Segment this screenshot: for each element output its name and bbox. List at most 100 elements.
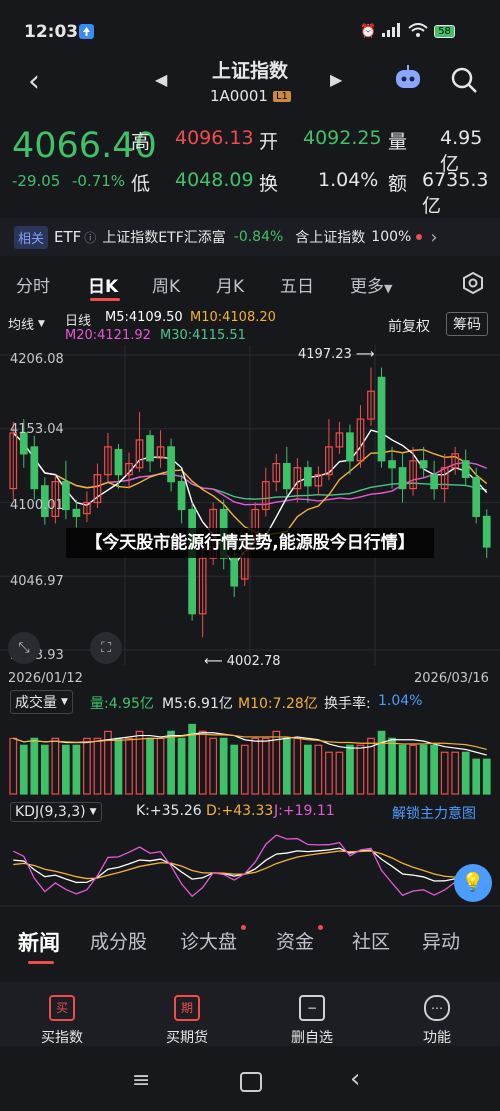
volume-bar bbox=[209, 737, 218, 795]
volume-bar bbox=[293, 737, 302, 795]
more-icon: ⋯ bbox=[424, 995, 450, 1021]
candle-body bbox=[167, 446, 175, 483]
volume-bar bbox=[346, 744, 354, 795]
tab-intraday[interactable]: 分时 bbox=[16, 272, 50, 297]
menu-icon[interactable]: ≡ bbox=[132, 1068, 150, 1093]
kdj-select[interactable]: KDJ(9,3,3) ▼ bbox=[10, 802, 102, 822]
ma30-value: M30:4115.51 bbox=[160, 328, 246, 343]
ma-select[interactable]: 均线 ▼ bbox=[8, 314, 45, 333]
tab-news[interactable]: 新闻 bbox=[18, 927, 60, 957]
help-icon[interactable]: ⓘ bbox=[84, 229, 96, 246]
candle-body bbox=[430, 474, 438, 490]
y-tick: 4153.04 bbox=[10, 422, 64, 437]
caret-down-icon: ▼ bbox=[61, 697, 68, 707]
tab-monthly-k[interactable]: 月K bbox=[216, 272, 244, 297]
volume-bar bbox=[430, 744, 438, 795]
volume-bar bbox=[314, 744, 323, 795]
related-etf-bar[interactable]: 相关 ETF ⓘ 上证指数ETF汇添富 -0.84% 含上证指数 100% › bbox=[0, 218, 500, 256]
kdj-d-line bbox=[13, 850, 487, 883]
chevron-right-icon[interactable]: › bbox=[430, 227, 437, 248]
buy-index-label: 买指数 bbox=[41, 1030, 83, 1046]
stock-code-row: 1A0001 L1 bbox=[210, 87, 291, 105]
settings-icon[interactable] bbox=[462, 272, 484, 294]
x-label-start: 2026/01/12 bbox=[8, 671, 83, 686]
volume-bar bbox=[251, 737, 260, 795]
tab-weekly-k[interactable]: 周K bbox=[152, 272, 180, 297]
tab-five-day[interactable]: 五日 bbox=[280, 272, 314, 297]
y-tick: 4100.01 bbox=[10, 498, 64, 513]
open-value: 4092.25 bbox=[303, 127, 382, 149]
kdj-select-label: KDJ(9,3,3) bbox=[15, 804, 86, 820]
volume-chart bbox=[9, 723, 491, 795]
chips-button[interactable]: 筹码 bbox=[446, 312, 488, 336]
candle-body bbox=[482, 515, 491, 548]
buy-icon: 买 bbox=[49, 995, 75, 1021]
tab-diagnose[interactable]: 诊大盘 bbox=[180, 927, 237, 954]
high-label: 高 bbox=[131, 131, 151, 153]
signal-icon bbox=[382, 22, 402, 41]
status-icons: ⏰ 58 bbox=[360, 22, 455, 41]
remove-watchlist-button[interactable]: − 删自选 bbox=[267, 995, 357, 1047]
high-value: 4096.13 bbox=[175, 127, 254, 149]
kdj-k: K:+35.26 bbox=[136, 803, 202, 819]
unlock-intent-link[interactable]: 解锁主力意图 bbox=[392, 803, 476, 823]
candlestick-chart[interactable] bbox=[0, 345, 500, 665]
tab-funds[interactable]: 资金 bbox=[276, 927, 314, 954]
ma10-value: M10:4108.20 bbox=[190, 310, 276, 325]
candle-body bbox=[188, 508, 196, 615]
tab-community[interactable]: 社区 bbox=[352, 927, 390, 954]
ma5-value: M5:4109.50 bbox=[105, 310, 183, 325]
volume-bar bbox=[177, 737, 186, 795]
volume-bar bbox=[261, 737, 270, 795]
turnover-rate-label: 换手率: bbox=[324, 696, 371, 712]
system-back-icon[interactable]: ‹ bbox=[350, 1064, 360, 1094]
buy-futures-button[interactable]: 期 买期货 bbox=[142, 995, 232, 1047]
status-time: 12:03 bbox=[24, 22, 79, 42]
price-change: -29.05 bbox=[12, 172, 61, 190]
contain-label: 含上证指数 bbox=[295, 230, 366, 246]
volume-bar bbox=[388, 737, 396, 795]
volume-bar bbox=[51, 737, 60, 795]
robot-assistant-icon[interactable] bbox=[392, 62, 424, 94]
next-stock-button[interactable]: ▶ bbox=[330, 70, 342, 89]
tab-daily-k[interactable]: 日K bbox=[88, 272, 118, 297]
related-tag: 相关 bbox=[14, 225, 49, 249]
candle-body bbox=[461, 460, 470, 479]
volume-bar bbox=[114, 737, 123, 795]
functions-label: 功能 bbox=[423, 1030, 451, 1046]
volume-bar bbox=[377, 730, 386, 795]
tab-more[interactable]: 更多▼ bbox=[350, 272, 392, 297]
adjust-button[interactable]: 前复权 bbox=[388, 316, 430, 336]
article-title-overlay: 【今天股市能源行情走势,能源股今日行情】 bbox=[66, 528, 434, 558]
caret-down-icon: ▼ bbox=[384, 282, 393, 295]
functions-button[interactable]: ⋯ 功能 bbox=[392, 995, 482, 1047]
volume-bar bbox=[19, 744, 28, 795]
app-notification-icon bbox=[79, 24, 94, 39]
stock-code: 1A0001 bbox=[210, 87, 268, 105]
volume-bar bbox=[230, 744, 239, 795]
buy-index-button[interactable]: 买 买指数 bbox=[17, 995, 107, 1047]
tab-anomaly[interactable]: 异动 bbox=[422, 927, 460, 954]
red-dot-icon bbox=[318, 925, 323, 930]
tab-constituents[interactable]: 成分股 bbox=[90, 927, 147, 954]
tab-more-label: 更多 bbox=[350, 277, 384, 297]
low-annotation: ⟵ 4002.78 bbox=[204, 654, 281, 669]
volume-current: 量:4.95亿 bbox=[90, 696, 154, 712]
collapse-icon[interactable]: ⤡ bbox=[8, 632, 40, 664]
ma-select-label: 均线 bbox=[8, 318, 35, 333]
candle-body bbox=[30, 446, 39, 490]
volume-bar bbox=[451, 751, 460, 795]
home-icon[interactable] bbox=[240, 1072, 262, 1092]
fullscreen-icon[interactable]: ⛶ bbox=[90, 632, 122, 664]
volume-m10: M10:7.28亿 bbox=[238, 696, 318, 712]
ma20-value: M20:4121.92 bbox=[65, 328, 151, 343]
candle-body bbox=[398, 467, 407, 490]
search-icon[interactable] bbox=[450, 66, 478, 94]
battery-icon: 58 bbox=[434, 25, 455, 38]
contain-pct: 100% bbox=[371, 229, 412, 245]
volume-select[interactable]: 成交量 ▼ bbox=[10, 690, 73, 714]
kdj-j-line bbox=[12, 834, 487, 898]
lightbulb-icon[interactable]: 💡 bbox=[454, 864, 492, 902]
candle-body bbox=[346, 432, 354, 462]
alarm-icon: ⏰ bbox=[360, 24, 377, 39]
